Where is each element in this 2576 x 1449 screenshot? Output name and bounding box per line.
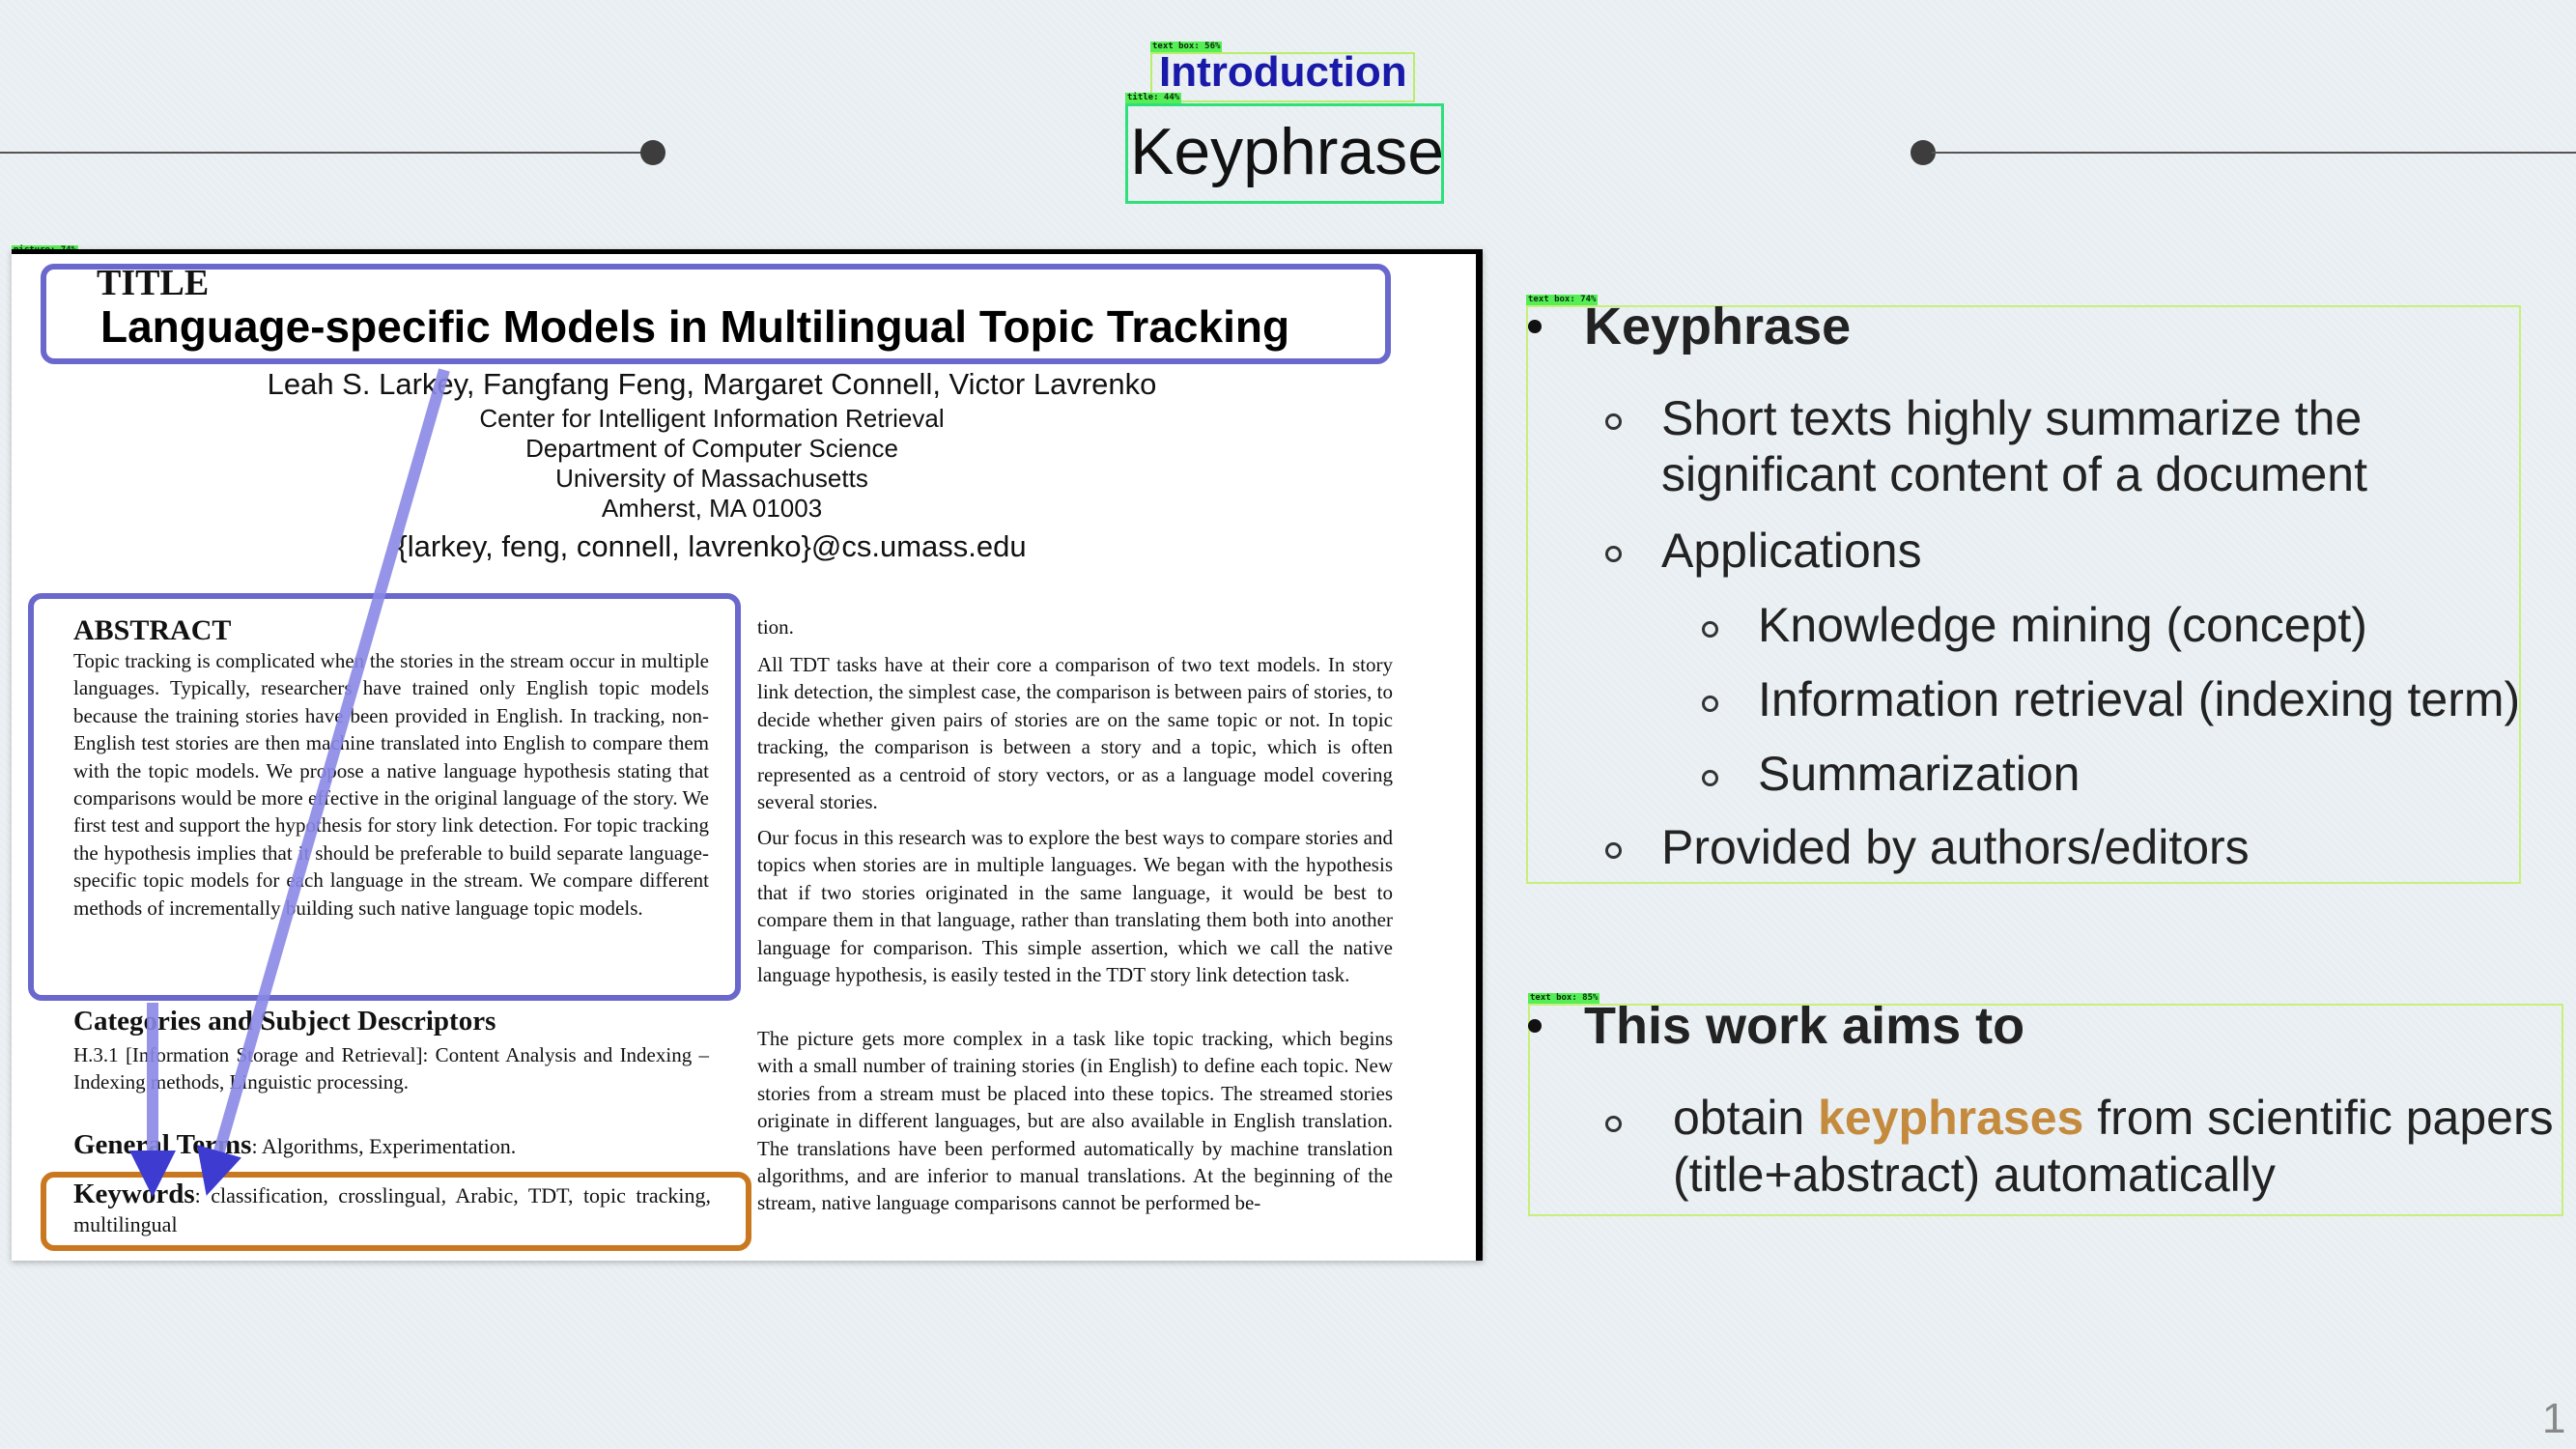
section2-line1-pre: obtain [1673,1091,1819,1145]
section1-item-1b: significant content of a document [1661,447,2368,501]
section1-heading: Keyphrase [1584,298,1852,355]
bullet-aims [1528,1019,1542,1033]
circle-bullet-3 [1605,842,1622,859]
section-subtitle: Introduction [1159,48,1407,96]
circle-bullet-aims [1605,1116,1622,1132]
keyphrases-highlight: keyphrases [1818,1091,2084,1145]
section1-item-1a: Short texts highly summarize the [1661,391,2363,445]
section2-line1-post: from scientific papers [2083,1091,2554,1145]
circle-bullet-2a [1702,621,1718,638]
bullet-keyphrase [1528,320,1542,333]
circle-bullet-1 [1605,413,1622,430]
title-detection-label: title: 44% [1125,93,1182,103]
page-number: 1 [2542,1395,2566,1442]
arrow-title-to-keywords [196,368,450,1196]
section1-item-3: Provided by authors/editors [1661,820,2250,874]
header-line-right [1932,152,2576,154]
circle-bullet-2b [1702,696,1718,712]
slide-title: Keyphrase [1130,115,1445,188]
circle-bullet-2 [1605,546,1622,562]
section2-heading: This work aims to [1584,997,2025,1055]
paper-screenshot: TITLE Language-specific Models in Multil… [12,249,1483,1261]
section1-item-2b: Information retrieval (indexing term) [1758,672,2521,726]
section1-item-2: Applications [1661,524,1922,578]
header-line-left [0,152,647,154]
section2-line1: obtain keyphrases from scientific papers [1673,1090,2554,1146]
section1-item-2c: Summarization [1758,747,2081,801]
header-dot-left [640,140,665,165]
arrow-overlay [129,368,450,1197]
section1-item-2a: Knowledge mining (concept) [1758,598,2367,652]
section2-line2: (title+abstract) automatically [1673,1148,2276,1202]
circle-bullet-2c [1702,770,1718,786]
